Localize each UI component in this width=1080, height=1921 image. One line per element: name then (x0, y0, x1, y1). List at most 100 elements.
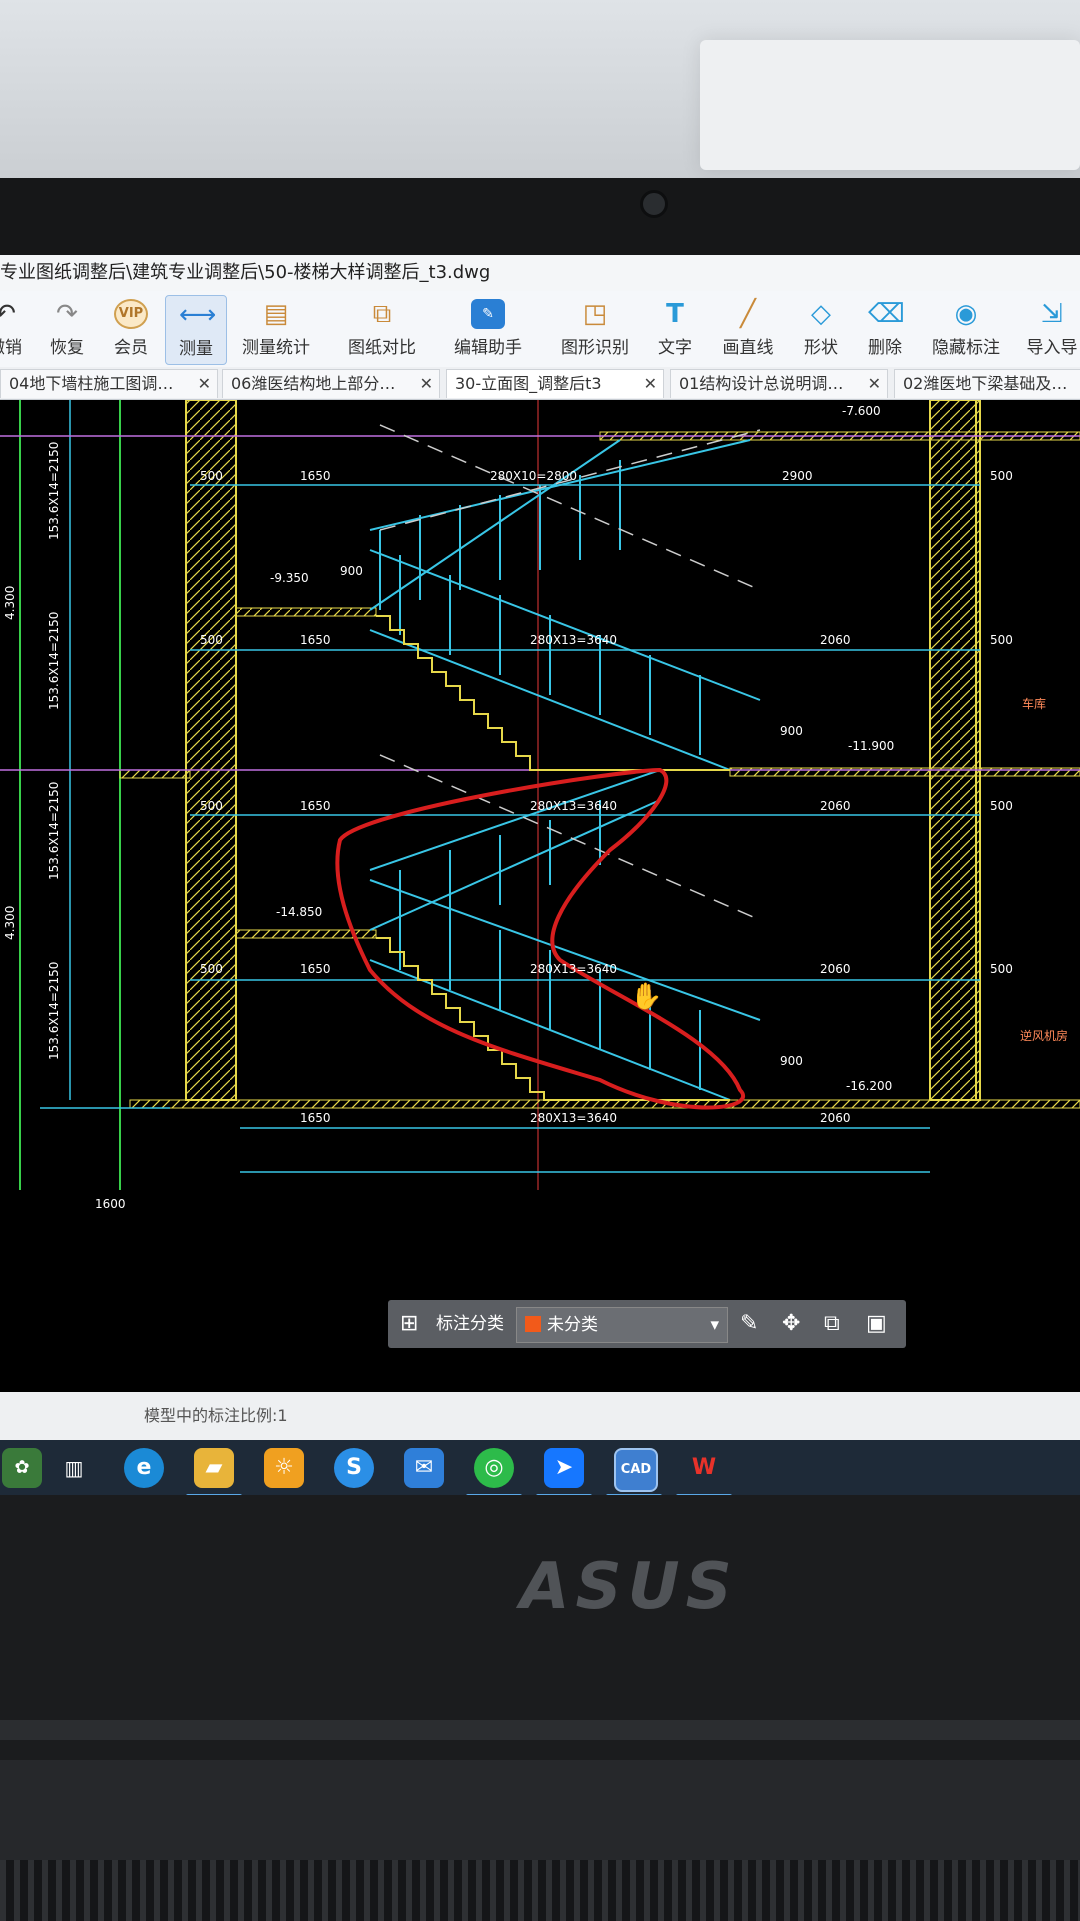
vip-button[interactable]: VIP 会员 (106, 295, 156, 363)
compare-icon: ⧉ (372, 299, 392, 329)
edit-assistant-icon: ✎ (471, 299, 505, 329)
chevron-down-icon: ▾ (710, 1315, 719, 1335)
eraser-icon: ⌫ (868, 299, 905, 329)
line-icon: ╱ (740, 299, 756, 329)
dim-right: 2900 (782, 469, 813, 483)
wechat-icon[interactable]: ◎ (474, 1448, 514, 1488)
room-label: 车库 (1022, 696, 1046, 711)
rail-height: 900 (780, 1054, 803, 1068)
delete-button[interactable]: ⌫ 删除 (862, 295, 908, 363)
dim-500: 500 (990, 962, 1013, 976)
dimension-lines (40, 484, 980, 1173)
elevation-label: -7.600 (842, 404, 881, 418)
dim-right: 2060 (820, 1111, 851, 1125)
vertical-dim: 153.6X14=2150 (47, 782, 61, 880)
file-explorer-icon[interactable]: ▰ (194, 1448, 234, 1488)
measure-stats-button[interactable]: ▤ 测量统计 (236, 295, 316, 363)
tab-04[interactable]: 04地下墙柱施工图调… ✕ (0, 369, 218, 398)
annotation-category-bar: ⊞ 标注分类 未分类 ▾ ✎ ✥ ⧉ ▣ (388, 1300, 906, 1348)
dim-flight: 280X13=3640 (530, 962, 617, 976)
move-icon[interactable]: ✥ (782, 1300, 800, 1348)
redo-icon: ↷ (56, 299, 78, 329)
start-icon[interactable]: ✿ (2, 1448, 42, 1488)
status-bar: 模型中的标注比例:1 (0, 1392, 1080, 1440)
undo-button[interactable]: ↶撤销 (0, 295, 30, 363)
redo-button[interactable]: ↷ 恢复 (42, 295, 92, 363)
measure-button[interactable]: ⟷ 测量 (165, 295, 227, 365)
shape-recognition-button[interactable]: ◳ 图形识别 (557, 295, 633, 363)
drawing-text: -7.600 -9.350 -11.900 -14.850 -16.200 16… (3, 404, 1068, 1211)
cad-icon[interactable]: CAD (614, 1448, 658, 1492)
annotation-scale-text: 模型中的标注比例:1 (144, 1406, 288, 1425)
ribbon-toolbar: ↶撤销 ↷恢复 VIP会员 ⟷测量 ▤测量统计 ⧉图纸对比 ✎编辑助手 ◳图形识… (0, 291, 1080, 368)
compare-button[interactable]: ⧉ 图纸对比 (344, 295, 420, 363)
edit-icon[interactable]: ✎ (740, 1300, 758, 1348)
dim-left: 1650 (300, 1111, 331, 1125)
sunlogin-icon[interactable]: ☼ (264, 1448, 304, 1488)
dim-500: 500 (990, 469, 1013, 483)
category-select[interactable]: 未分类 ▾ (516, 1307, 728, 1343)
close-icon[interactable]: ✕ (198, 370, 211, 398)
dim-flight: 280X13=3640 (530, 1111, 617, 1125)
vip-icon: VIP (114, 299, 148, 329)
dim-left: 1650 (300, 962, 331, 976)
tab-30[interactable]: 30-立面图_调整后t3 ✕ (446, 369, 664, 398)
copy-icon[interactable]: ⧉ (824, 1300, 840, 1348)
wps-icon[interactable]: W (684, 1448, 724, 1488)
dim-500: 500 (200, 962, 223, 976)
asus-logo: ASUS (520, 1550, 738, 1624)
window-title: 专业图纸调整后\建筑专业调整后\50-楼梯大样调整后_t3.dwg (0, 255, 1080, 291)
dim-left: 1650 (300, 633, 331, 647)
edge-icon[interactable]: e (124, 1448, 164, 1488)
webcam-icon (640, 190, 668, 218)
close-icon[interactable]: ✕ (420, 370, 433, 398)
draw-line-button[interactable]: ╱ 画直线 (718, 295, 778, 363)
drawing-canvas[interactable]: -7.600 -9.350 -11.900 -14.850 -16.200 16… (0, 399, 1080, 1360)
dim-right: 2060 (820, 633, 851, 647)
monitor-top-bezel (0, 178, 1080, 258)
dim-right: 2060 (820, 799, 851, 813)
close-icon[interactable]: ✕ (868, 370, 881, 398)
hand-cursor-icon: ✋ (630, 981, 662, 1012)
grid-icon[interactable]: ⊞ (400, 1300, 418, 1348)
dim-500: 500 (200, 799, 223, 813)
edit-assistant-button[interactable]: ✎ 编辑助手 (450, 295, 526, 363)
taskbar: ✿ ▥ e ▰ ☼ S ✉ ◎ ➤ CAD W (0, 1440, 1080, 1495)
tab-02[interactable]: 02潍医地下梁基础及… (894, 369, 1080, 398)
speaker-grill (0, 1860, 1080, 1921)
elevation-label: -9.350 (270, 571, 309, 585)
close-icon[interactable]: ✕ (644, 370, 657, 398)
task-view-icon[interactable]: ▥ (54, 1448, 94, 1488)
dim-500: 500 (990, 633, 1013, 647)
dim-bottom-left: 1600 (95, 1197, 126, 1211)
color-swatch (525, 1316, 541, 1332)
elevation-label: -11.900 (848, 739, 894, 753)
mail-icon[interactable]: ✉ (404, 1448, 444, 1488)
hide-annotation-button[interactable]: ◉ 隐藏标注 (928, 295, 1004, 363)
screen: 专业图纸调整后\建筑专业调整后\50-楼梯大样调整后_t3.dwg ↶撤销 ↷恢… (0, 255, 1080, 1495)
dim-right: 2060 (820, 962, 851, 976)
shape-icon: ◇ (811, 299, 831, 329)
elevation-label: -14.850 (276, 905, 322, 919)
rail-height: 900 (780, 724, 803, 738)
tab-06[interactable]: 06潍医结构地上部分… ✕ (222, 369, 440, 398)
markup-curve (335, 767, 745, 1110)
monitor-hinge (0, 1720, 1080, 1740)
dim-flight: 280X13=3640 (530, 633, 617, 647)
tab-01[interactable]: 01结构设计总说明调… ✕ (670, 369, 888, 398)
rail-height: 900 (340, 564, 363, 578)
document-tabs: 04地下墙柱施工图调… ✕ 06潍医结构地上部分… ✕ 30-立面图_调整后t3 ✕ … (0, 367, 1080, 400)
sogou-icon[interactable]: S (334, 1448, 374, 1488)
dim-left: 1650 (300, 469, 331, 483)
dim-500: 500 (990, 799, 1013, 813)
shape-recognition-icon: ◳ (582, 299, 608, 329)
paste-icon[interactable]: ▣ (866, 1300, 887, 1348)
left-height: 4.300 (3, 906, 17, 940)
dingtalk-icon[interactable]: ➤ (544, 1448, 584, 1488)
text-button[interactable]: T 文字 (652, 295, 698, 363)
undo-icon: ↶ (0, 299, 16, 329)
import-button[interactable]: ⇲ 导入导 (1024, 295, 1080, 363)
shape-button[interactable]: ◇ 形状 (798, 295, 844, 363)
vertical-dim: 153.6X14=2150 (47, 962, 61, 1060)
dim-flight: 280X10=2800 (490, 469, 577, 483)
